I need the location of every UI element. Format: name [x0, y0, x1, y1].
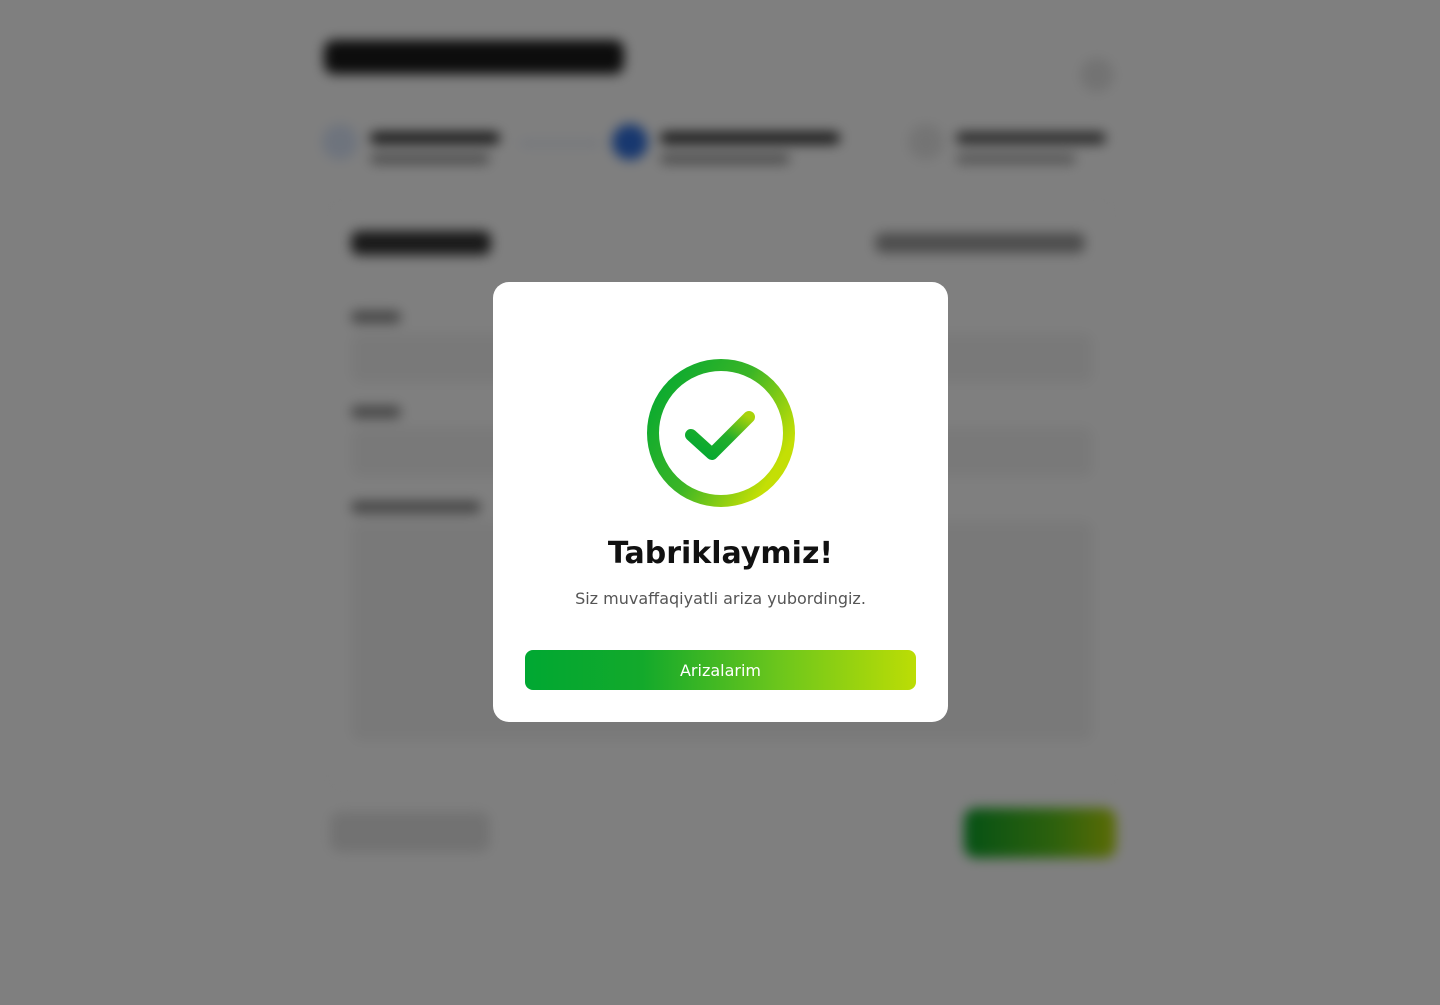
modal-subtitle: Siz muvaffaqiyatli ariza yubordingiz.	[575, 589, 866, 608]
modal-title: Tabriklaymiz!	[607, 536, 834, 571]
success-modal: Tabriklaymiz! Siz muvaffaqiyatli ariza y…	[493, 282, 948, 722]
check-circle-icon	[645, 357, 797, 509]
applications-button[interactable]: Arizalarim	[525, 650, 916, 690]
page: Tabriklaymiz! Siz muvaffaqiyatli ariza y…	[0, 0, 1440, 1005]
